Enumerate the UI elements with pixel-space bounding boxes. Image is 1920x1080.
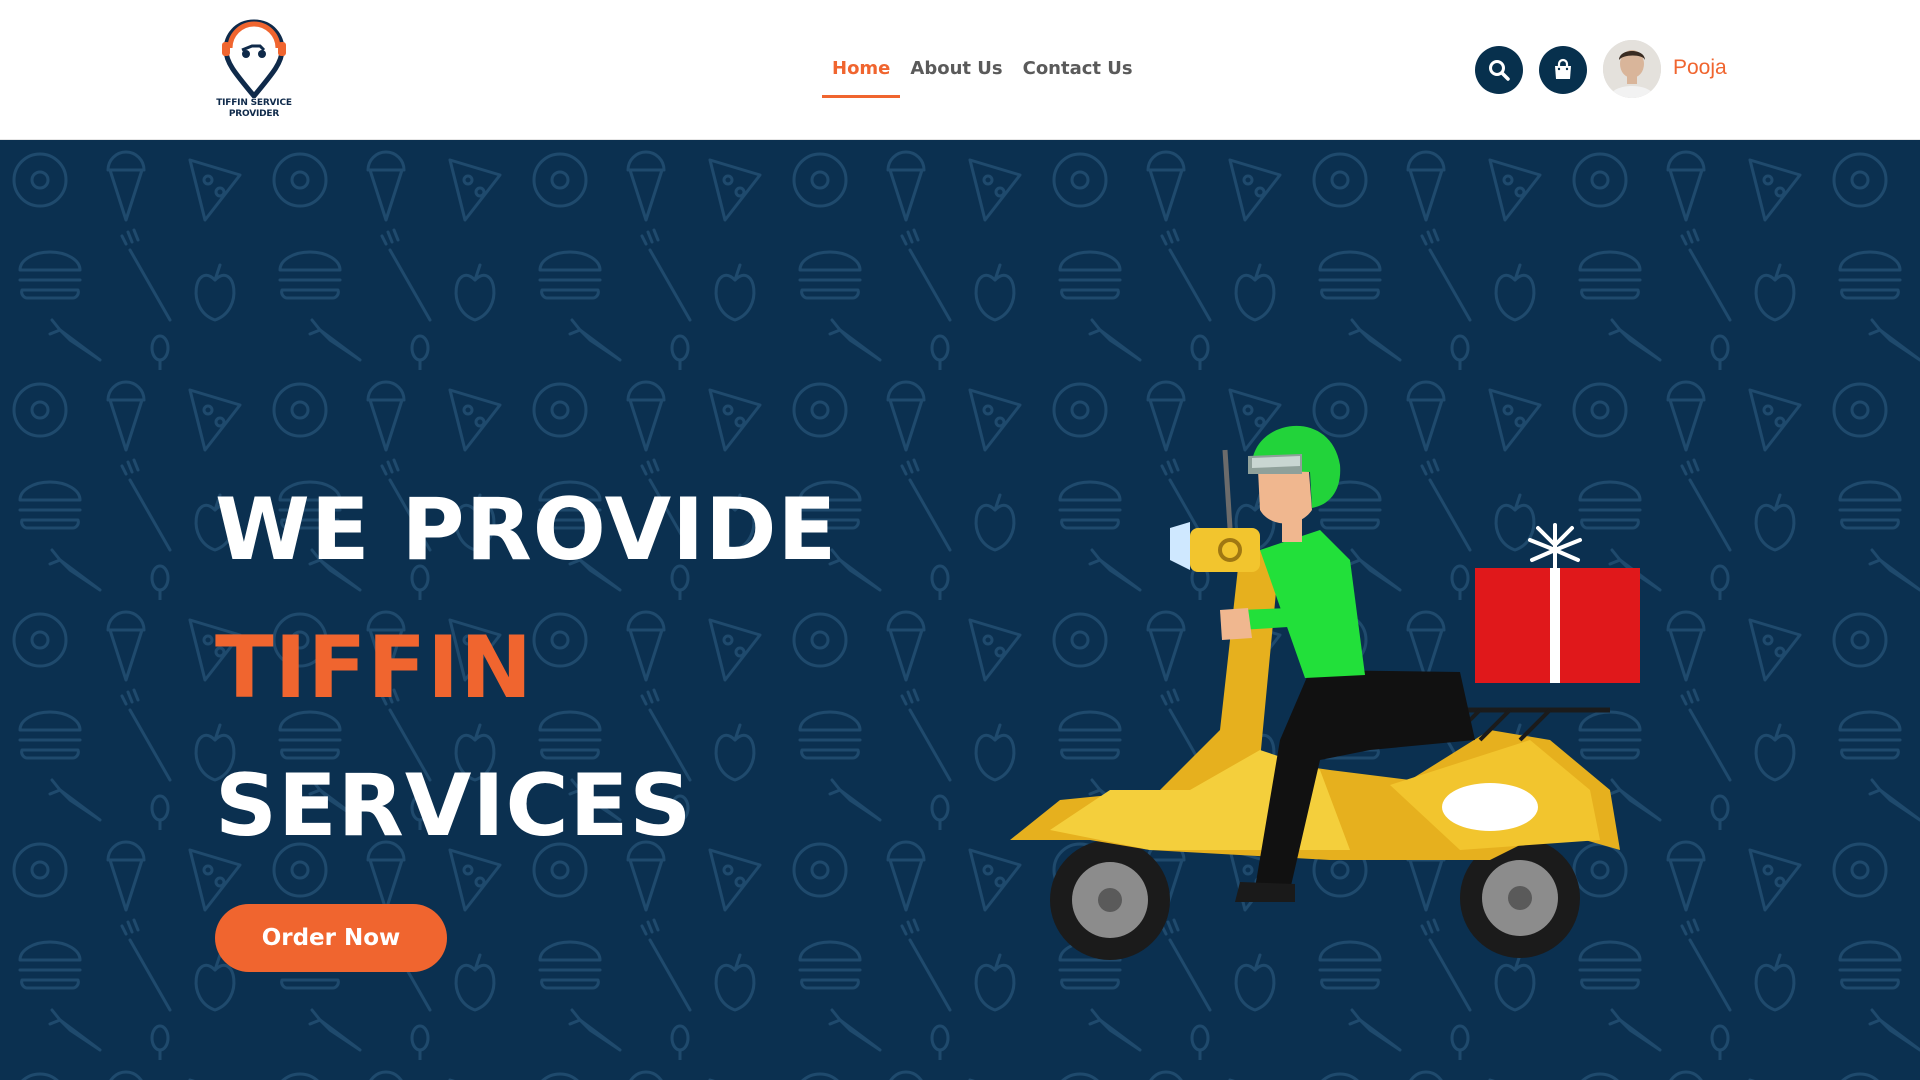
logo-pin-icon [222, 19, 286, 100]
search-button[interactable] [1475, 46, 1523, 94]
brand-logo-text: TIFFIN SERVICE PROVIDER [208, 98, 300, 120]
main-nav: Home About Us Contact Us [822, 50, 1143, 98]
nav-link-home[interactable]: Home [822, 50, 901, 98]
delivery-scooter-illustration [1010, 425, 1640, 960]
brand-logo-line1: TIFFIN SERVICE [216, 98, 292, 108]
top-navbar: TIFFIN SERVICE PROVIDER Home About Us Co… [0, 0, 1920, 140]
order-now-button[interactable]: Order Now [215, 904, 447, 972]
nav-link-contact-us[interactable]: Contact Us [1013, 50, 1143, 98]
hero-headline-line3: SERVICES [215, 756, 693, 856]
search-icon [1489, 60, 1510, 81]
user-photo [1603, 40, 1661, 98]
user-avatar[interactable] [1603, 40, 1661, 98]
front-wheel [1050, 840, 1170, 960]
brand-logo-line2: PROVIDER [228, 109, 280, 119]
brand-logo[interactable]: TIFFIN SERVICE PROVIDER [208, 14, 300, 126]
nav-link-about-us[interactable]: About Us [900, 50, 1012, 98]
shopping-bag-icon [1555, 58, 1571, 79]
cart-button[interactable] [1539, 46, 1587, 94]
hero-section: WE PROVIDE TIFFIN SERVICES Order Now [0, 140, 1920, 1080]
hero-headline-line2: TIFFIN [215, 618, 534, 718]
user-name[interactable]: Pooja [1673, 56, 1727, 80]
hero-headline-line1: WE PROVIDE [215, 480, 838, 580]
